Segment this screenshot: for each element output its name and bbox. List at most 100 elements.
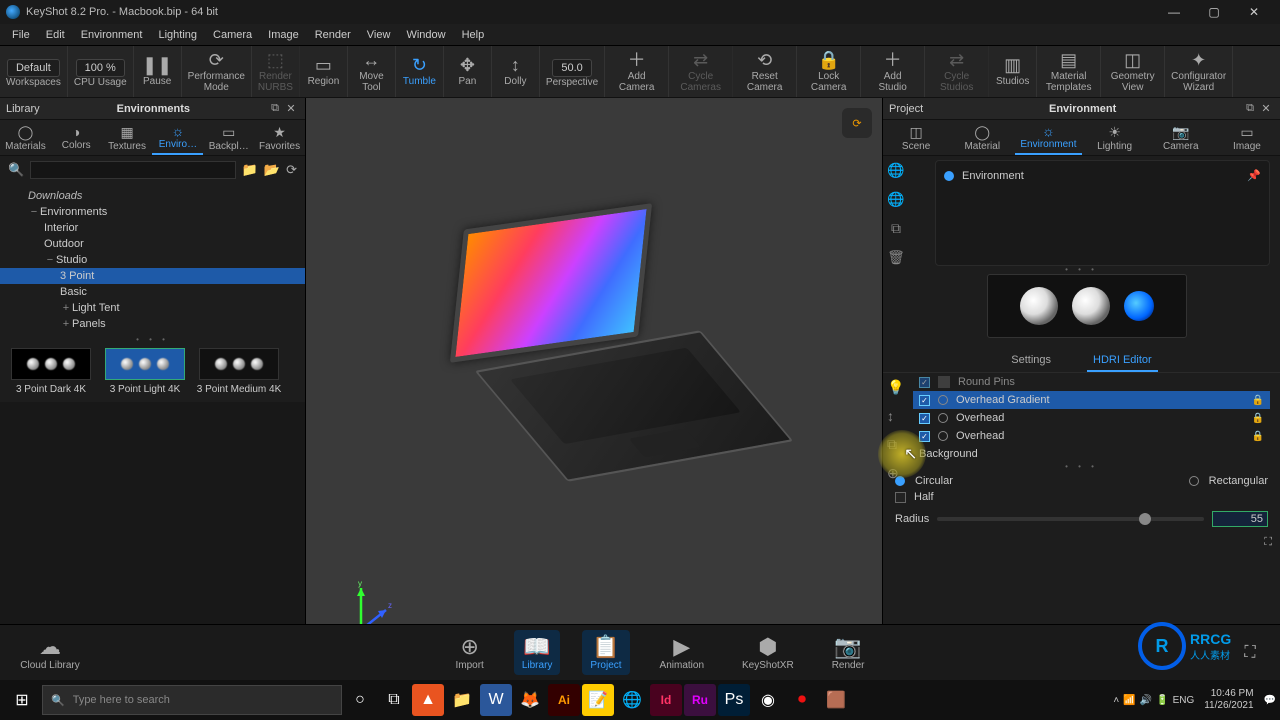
close-button[interactable]: ✕ — [1234, 0, 1274, 24]
tree-studio[interactable]: −Studio — [0, 252, 305, 268]
copy-icon[interactable]: ⧉ — [891, 220, 901, 237]
app-sticky-icon[interactable]: 📝 — [582, 684, 614, 716]
pin-overhead-2[interactable]: ✓ Overhead 🔒 — [913, 427, 1270, 445]
tab-favorites[interactable]: ★Favorites — [254, 120, 305, 155]
tree-outdoor[interactable]: Outdoor — [0, 236, 305, 252]
add-camera-button[interactable]: ＋Add Camera — [605, 46, 669, 97]
tray-notifications-icon[interactable]: 💬 — [1264, 695, 1276, 706]
tray-wifi-icon[interactable]: 📶 — [1123, 695, 1135, 706]
lock-icon[interactable]: 🔒 — [1252, 413, 1264, 424]
arrows-icon[interactable]: ↕ — [887, 408, 909, 424]
close-icon[interactable]: ✕ — [283, 102, 299, 115]
tab-textures[interactable]: ▦Textures — [102, 120, 153, 155]
popout-icon[interactable]: ⧉ — [1242, 102, 1258, 115]
app-misc-icon[interactable]: 🟫 — [820, 684, 852, 716]
lock-icon[interactable]: 🔒 — [1252, 395, 1264, 406]
preset-dropdown[interactable]: Default — [7, 59, 60, 77]
tree-environments[interactable]: −Environments — [0, 204, 305, 220]
dock-project[interactable]: 📋Project — [582, 630, 629, 675]
dock-import[interactable]: ⊕Import — [447, 630, 491, 675]
tab-scene[interactable]: ◫Scene — [883, 120, 949, 155]
menu-camera[interactable]: Camera — [205, 27, 260, 43]
app-keyshot-icon[interactable]: ◉ — [752, 684, 784, 716]
pin-overhead-gradient[interactable]: ✓ Overhead Gradient 🔒 — [913, 391, 1270, 409]
studios-button[interactable]: ▥Studios — [989, 46, 1037, 97]
geometry-view-button[interactable]: ◫Geometry View — [1101, 46, 1165, 97]
cortana-icon[interactable]: ○ — [344, 684, 376, 716]
checkbox-half[interactable] — [895, 492, 906, 503]
fullscreen-icon[interactable]: ⛶ — [1220, 644, 1280, 662]
tab-image[interactable]: ▭Image — [1214, 120, 1280, 155]
menu-file[interactable]: File — [4, 27, 38, 43]
tab-camera[interactable]: 📷Camera — [1148, 120, 1214, 155]
tab-environment[interactable]: ☼Environment — [1015, 120, 1081, 155]
expand-icon[interactable]: ⛶ — [1264, 536, 1272, 549]
cycle-studios-button[interactable]: ⇄Cycle Studios — [925, 46, 989, 97]
start-button[interactable]: ⊞ — [4, 684, 40, 716]
realtime-toggle-icon[interactable]: ⟳ — [842, 108, 872, 138]
library-search-input[interactable] — [30, 161, 236, 179]
tree-interior[interactable]: Interior — [0, 220, 305, 236]
lock-icon[interactable]: 🔒 — [1252, 431, 1264, 442]
app-photoshop-icon[interactable]: Ps — [718, 684, 750, 716]
background-row[interactable]: Background — [913, 445, 1270, 463]
tab-backplates[interactable]: ▭Backpl… — [203, 120, 254, 155]
subtab-settings[interactable]: Settings — [1005, 350, 1057, 372]
folder-icon[interactable]: 📁 — [242, 162, 258, 178]
perspective-value[interactable]: 50.0 — [552, 59, 591, 77]
menu-environment[interactable]: Environment — [73, 27, 151, 43]
minimize-button[interactable]: — — [1154, 0, 1194, 24]
performance-mode-button[interactable]: ⟳Performance Mode — [182, 46, 252, 97]
tree-basic[interactable]: Basic — [0, 284, 305, 300]
app-explorer-icon[interactable]: 📁 — [446, 684, 478, 716]
dolly-button[interactable]: ↕Dolly — [492, 46, 540, 97]
tab-lighting[interactable]: ☀Lighting — [1082, 120, 1148, 155]
thumb-3point-dark[interactable]: 3 Point Dark 4K — [8, 348, 94, 396]
tray-battery-icon[interactable]: 🔋 — [1156, 695, 1168, 706]
thumb-3point-light[interactable]: 3 Point Light 4K — [102, 348, 188, 396]
pin-header[interactable]: ✓ Round Pins — [913, 373, 1270, 391]
tab-colors[interactable]: ◑Colors — [51, 120, 102, 155]
cloud-library-button[interactable]: ☁ Cloud Library — [0, 634, 100, 671]
zoom-dropdown[interactable]: 100 % — [76, 59, 125, 77]
menu-render[interactable]: Render — [307, 27, 359, 43]
cycle-cameras-button[interactable]: ⇄Cycle Cameras — [669, 46, 733, 97]
tree-3point[interactable]: 3 Point — [0, 268, 305, 284]
dock-library[interactable]: 📖Library — [514, 630, 561, 675]
checkbox-icon[interactable]: ✓ — [919, 395, 930, 406]
material-templates-button[interactable]: ▤Material Templates — [1037, 46, 1101, 97]
trash-icon[interactable]: 🗑 — [887, 249, 905, 266]
menu-view[interactable]: View — [359, 27, 399, 43]
tab-environments[interactable]: ☼Enviro… — [152, 120, 203, 155]
tab-material[interactable]: ◯Material — [949, 120, 1015, 155]
region-button[interactable]: ▭Region — [300, 46, 348, 97]
dock-animation[interactable]: ▶Animation — [652, 630, 712, 675]
app-firefox-icon[interactable]: 🦊 — [514, 684, 546, 716]
tab-materials[interactable]: ◯Materials — [0, 120, 51, 155]
dock-keyshotxr[interactable]: ⬢KeyShotXR — [734, 630, 802, 675]
maximize-button[interactable]: ▢ — [1194, 0, 1234, 24]
workspace-preset[interactable]: Default Workspaces — [0, 46, 68, 97]
search-icon[interactable]: 🔍 — [8, 162, 24, 178]
menu-lighting[interactable]: Lighting — [150, 27, 205, 43]
bulb-icon[interactable]: 💡 — [887, 379, 909, 396]
globe-icon[interactable]: 🌐 — [887, 162, 904, 179]
popout-icon[interactable]: ⧉ — [267, 102, 283, 115]
tray-lang[interactable]: ENG — [1173, 695, 1195, 706]
app-vlc-icon[interactable]: ▲ — [412, 684, 444, 716]
pause-button[interactable]: ❚❚Pause — [134, 46, 182, 97]
add-studio-button[interactable]: ＋Add Studio — [861, 46, 925, 97]
hdri-preview[interactable] — [987, 274, 1187, 338]
tray-volume-icon[interactable]: 🔊 — [1140, 695, 1152, 706]
subtab-hdri-editor[interactable]: HDRI Editor — [1087, 350, 1158, 372]
render-viewport[interactable]: ⟳ x y z — [306, 98, 882, 680]
app-word-icon[interactable]: W — [480, 684, 512, 716]
tray-overflow-icon[interactable]: ˄ — [1113, 695, 1119, 706]
radius-slider[interactable] — [937, 517, 1204, 521]
app-edge-icon[interactable]: 🌐 — [616, 684, 648, 716]
radio-rectangular[interactable] — [1189, 476, 1199, 486]
refresh-icon[interactable]: ⟳ — [286, 162, 297, 178]
globe-icon[interactable]: 🌐 — [887, 191, 904, 208]
tree-light-tent[interactable]: +Light Tent — [0, 300, 305, 316]
app-record-icon[interactable]: ⏺ — [786, 684, 818, 716]
